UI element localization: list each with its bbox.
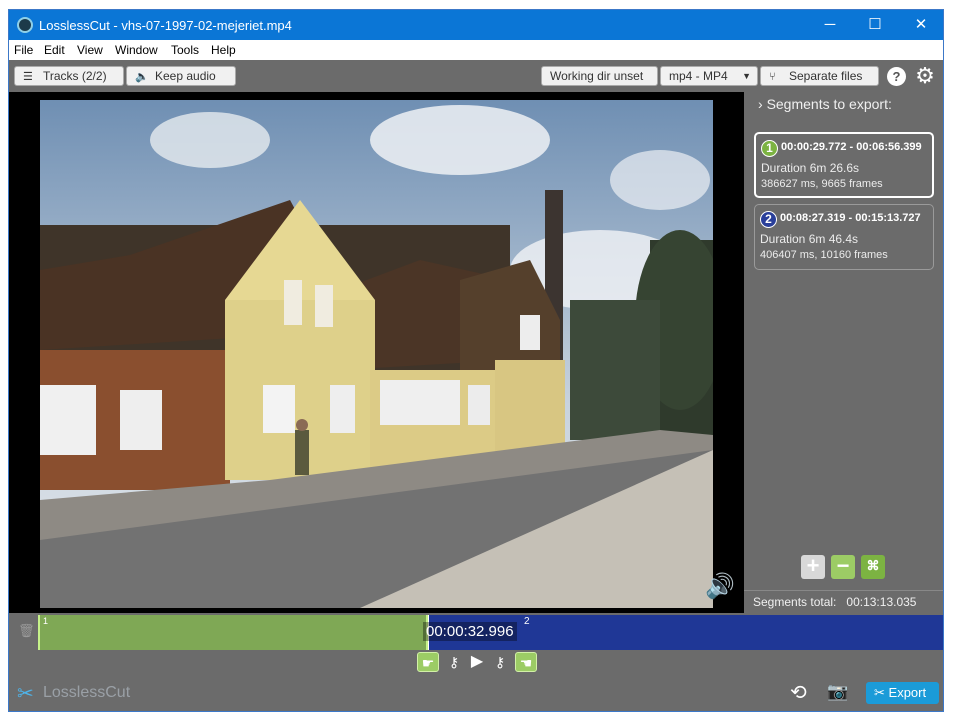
remove-segment-button[interactable]: − (831, 555, 855, 579)
separate-files-button[interactable]: ⑂ Separate files (760, 66, 879, 86)
set-cut-start-button[interactable]: ☛ (417, 652, 439, 672)
set-cut-end-button[interactable]: ☚ (515, 652, 537, 672)
segment-card-1[interactable]: 1 00:00:29.772 - 00:06:56.399 Duration 6… (754, 132, 934, 198)
divider (744, 590, 943, 591)
top-toolbar: ☰ Tracks (2/2) 🔈 Keep audio Working dir un… (9, 60, 943, 92)
menu-file[interactable]: File (14, 43, 33, 57)
rotate-icon[interactable]: ⟲ (790, 680, 807, 705)
segment-2-label: 2 (524, 616, 530, 627)
segment-ms-frames: 386627 ms, 9665 frames (761, 178, 883, 190)
video-player[interactable]: 🔊 (9, 92, 744, 613)
segment-duration: Duration 6m 46.4s (760, 232, 859, 246)
trash-icon[interactable]: 🗑 (18, 623, 35, 639)
segment-range: 00:08:27.319 - 00:15:13.727 (780, 212, 921, 224)
chevron-down-icon: ▼ (742, 71, 751, 81)
segment-1-region[interactable]: 1 (38, 615, 428, 650)
export-button[interactable]: ✂ Export (866, 682, 939, 704)
format-select[interactable]: mp4 - MP4 ▼ (660, 66, 758, 86)
format-label: mp4 - MP4 (669, 69, 728, 83)
gear-icon[interactable]: ⚙ (914, 63, 936, 89)
keep-audio-button[interactable]: 🔈 Keep audio (126, 66, 236, 86)
working-dir-button[interactable]: Working dir unset (541, 66, 658, 86)
logo-icon: ✂ (17, 683, 34, 705)
close-button[interactable]: ✕ (898, 10, 943, 40)
segment-number-badge: 2 (760, 211, 777, 228)
video-image (40, 100, 713, 608)
segments-heading-text: Segments to export: (766, 96, 892, 112)
logo-text: LosslessCut (43, 684, 131, 701)
segments-total-label: Segments total: (753, 595, 837, 609)
help-button[interactable]: ? (887, 67, 906, 86)
timeline-track[interactable]: 1 00:00:32.996 2 (38, 615, 943, 650)
tracks-label: Tracks (2/2) (43, 69, 107, 83)
playback-controls: ☛ ⚷ ▶ ⚷ ☚ (9, 650, 943, 674)
segments-total-value: 00:13:13.035 (846, 595, 917, 609)
segments-heading[interactable]: › Segments to export: (758, 96, 892, 112)
segment-ms-frames: 406407 ms, 10160 frames (760, 249, 888, 261)
merge-segments-button[interactable]: ⌘ (861, 555, 885, 579)
app-window: LosslessCut - vhs-07-1997-02-mejeriet.mp… (8, 9, 944, 712)
key-next-icon[interactable]: ⚷ (490, 652, 510, 672)
segments-sidebar: › Segments to export: 1 00:00:29.772 - 0… (744, 92, 943, 613)
menu-tools[interactable]: Tools (171, 43, 199, 57)
working-dir-label: Working dir unset (550, 69, 644, 83)
segment-1-label: 1 (43, 616, 49, 626)
chevron-right-icon: › (758, 96, 763, 112)
menu-bar: File Edit View Window Tools Help (9, 40, 943, 60)
key-prev-icon[interactable]: ⚷ (444, 652, 464, 672)
timeline: 🗑 1 00:00:32.996 2 (9, 613, 943, 650)
export-label: Export (888, 685, 927, 700)
list-icon: ☰ (23, 71, 33, 83)
title-bar[interactable]: LosslessCut - vhs-07-1997-02-mejeriet.mp… (9, 10, 943, 40)
speaker-icon: 🔈 (135, 71, 149, 83)
segment-duration: Duration 6m 26.6s (761, 161, 860, 175)
current-time-display: 00:00:32.996 (423, 622, 517, 641)
menu-edit[interactable]: Edit (44, 43, 65, 57)
segment-number-badge: 1 (761, 140, 778, 157)
tracks-button[interactable]: ☰ Tracks (2/2) (14, 66, 124, 86)
menu-window[interactable]: Window (115, 43, 158, 57)
bottom-bar: ✂ LosslessCut ⟲ 📷 ✂ Export (9, 674, 943, 711)
video-frame (40, 100, 713, 608)
menu-help[interactable]: Help (211, 43, 236, 57)
separate-files-label: Separate files (789, 69, 863, 83)
segment-card-2[interactable]: 2 00:08:27.319 - 00:15:13.727 Duration 6… (754, 204, 934, 270)
menu-view[interactable]: View (77, 43, 103, 57)
window-title: LosslessCut - vhs-07-1997-02-mejeriet.mp… (39, 18, 292, 33)
camera-icon[interactable]: 📷 (827, 682, 848, 702)
segment-range: 00:00:29.772 - 00:06:56.399 (781, 141, 922, 153)
app-icon (17, 17, 33, 33)
scissors-icon: ✂ (874, 685, 885, 700)
add-segment-button[interactable]: + (801, 555, 825, 579)
minimize-button[interactable]: ─ (807, 10, 853, 40)
segments-total: Segments total: 00:13:13.035 (753, 595, 916, 609)
maximize-button[interactable]: ☐ (852, 10, 898, 40)
split-icon: ⑂ (769, 71, 776, 83)
play-button[interactable]: ▶ (469, 652, 485, 672)
keep-audio-label: Keep audio (155, 69, 216, 83)
volume-icon[interactable]: 🔊 (705, 572, 735, 601)
